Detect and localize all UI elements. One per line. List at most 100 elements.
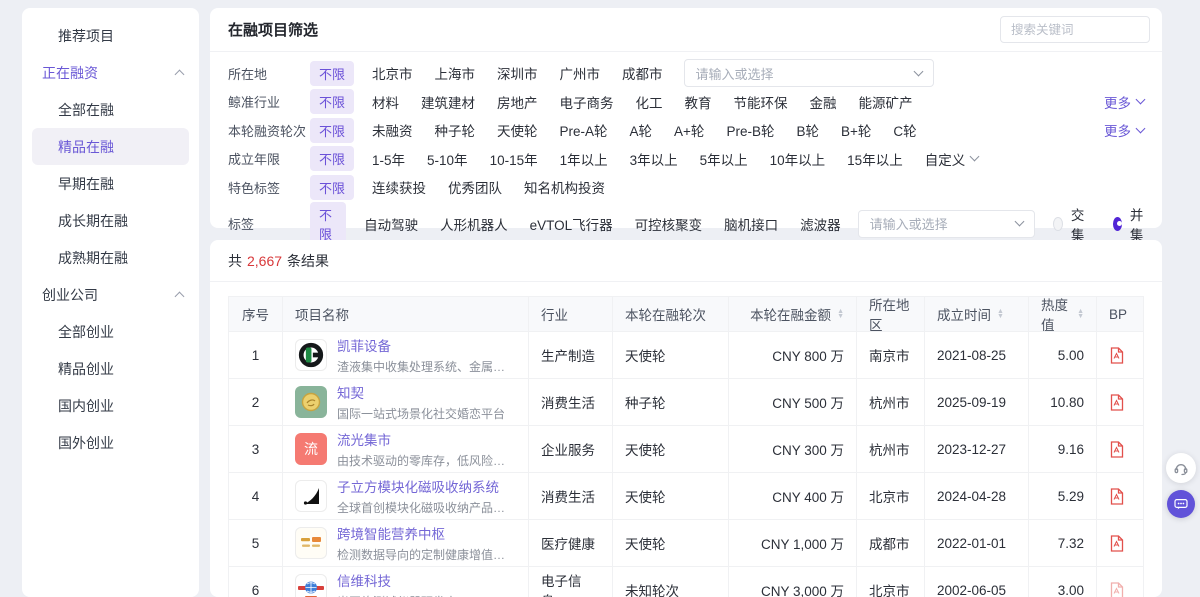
cell-project: 信维科技 光网络测试仪器研发商: [283, 567, 529, 597]
cell-index: 2: [229, 379, 283, 425]
project-logo[interactable]: [295, 574, 327, 597]
filter-option[interactable]: eVTOL飞行器: [519, 211, 624, 237]
filter-option[interactable]: 天使轮: [486, 117, 549, 143]
project-logo[interactable]: 流: [295, 433, 327, 465]
sidebar-item-all-startups[interactable]: 全部创业: [22, 313, 199, 350]
cell-round: 未知轮次: [613, 567, 729, 597]
filter-chip-unlimited[interactable]: 不限: [310, 61, 354, 86]
cell-region: 杭州市: [857, 379, 925, 425]
select-placeholder: 请输入或选择: [870, 214, 948, 233]
filter-chip-unlimited[interactable]: 不限: [310, 89, 354, 114]
filter-option[interactable]: 连续获投: [361, 174, 437, 200]
filter-option[interactable]: 化工: [625, 89, 674, 115]
filter-option[interactable]: 人形机器人: [429, 211, 519, 237]
tag-select[interactable]: 请输入或选择: [858, 210, 1035, 238]
filter-option[interactable]: 知名机构投资: [513, 174, 616, 200]
custom-range-button[interactable]: 自定义: [914, 146, 990, 172]
sidebar-item-overseas-startups[interactable]: 国外创业: [22, 424, 199, 461]
filter-option[interactable]: 脑机接口: [713, 211, 789, 237]
project-logo[interactable]: [295, 339, 327, 371]
project-name-link[interactable]: 跨境智能营养中枢: [337, 523, 516, 543]
chat-button[interactable]: [1167, 490, 1195, 518]
pdf-file-icon[interactable]: [1109, 347, 1124, 364]
sidebar-item-domestic-startups[interactable]: 国内创业: [22, 387, 199, 424]
filter-option[interactable]: 3年以上: [619, 146, 689, 172]
filter-option[interactable]: 自动驾驶: [353, 211, 429, 237]
filter-option[interactable]: 广州市: [549, 60, 612, 86]
radio-intersection[interactable]: 交集: [1053, 204, 1089, 244]
sort-arrows-icon[interactable]: ▲▼: [837, 309, 844, 320]
location-select[interactable]: 请输入或选择: [684, 59, 934, 87]
project-name-link[interactable]: 知契: [337, 382, 516, 402]
filter-option[interactable]: 滤波器: [789, 211, 852, 237]
filter-option[interactable]: 5-10年: [416, 146, 479, 172]
filter-option[interactable]: 可控核聚变: [624, 211, 714, 237]
filter-option[interactable]: 金融: [799, 89, 848, 115]
more-button[interactable]: 更多: [1104, 120, 1144, 140]
col-label: 热度值: [1041, 297, 1071, 331]
filter-option[interactable]: 1年以上: [549, 146, 619, 172]
pdf-file-icon[interactable]: [1109, 394, 1124, 411]
project-name-link[interactable]: 子立方模块化磁吸收纳系统: [337, 476, 516, 496]
filter-option[interactable]: 15年以上: [836, 146, 914, 172]
filter-option[interactable]: B轮: [785, 117, 830, 143]
sidebar-item-all-fundraising[interactable]: 全部在融: [22, 91, 199, 128]
sidebar-item-premium-fundraising[interactable]: 精品在融: [32, 128, 189, 165]
filter-option[interactable]: 教育: [674, 89, 723, 115]
filter-option[interactable]: A轮: [619, 117, 664, 143]
filter-option[interactable]: 节能环保: [723, 89, 799, 115]
filter-option[interactable]: 10年以上: [759, 146, 837, 172]
filter-option[interactable]: 能源矿产: [848, 89, 924, 115]
filter-option[interactable]: Pre-B轮: [715, 117, 785, 143]
filter-option[interactable]: 5年以上: [689, 146, 759, 172]
project-name-link[interactable]: 凯菲设备: [337, 335, 516, 355]
filter-option[interactable]: 房地产: [486, 89, 549, 115]
pdf-file-icon[interactable]: [1109, 441, 1124, 458]
filter-option[interactable]: 材料: [361, 89, 410, 115]
filter-option[interactable]: 深圳市: [486, 60, 549, 86]
filter-option[interactable]: 建筑建材: [410, 89, 486, 115]
sidebar-item-mature-fundraising[interactable]: 成熟期在融: [22, 239, 199, 276]
sort-arrows-icon[interactable]: ▲▼: [1077, 309, 1084, 320]
cell-project: 知契 国际一站式场景化社交婚恋平台: [283, 379, 529, 425]
sidebar-section-fundraising[interactable]: 正在融资: [22, 54, 199, 91]
filter-option[interactable]: Pre-A轮: [549, 117, 619, 143]
pdf-file-icon[interactable]: [1109, 488, 1124, 505]
sidebar-item-premium-startups[interactable]: 精品创业: [22, 350, 199, 387]
sidebar-item-early-fundraising[interactable]: 早期在融: [22, 165, 199, 202]
project-name-link[interactable]: 流光集市: [337, 429, 516, 449]
sidebar-section-startups[interactable]: 创业公司: [22, 276, 199, 313]
filter-option[interactable]: B+轮: [830, 117, 882, 143]
search-input[interactable]: [1000, 16, 1150, 43]
support-button[interactable]: [1166, 453, 1196, 483]
filter-chip-unlimited[interactable]: 不限: [310, 146, 354, 171]
radio-union[interactable]: 并集: [1113, 204, 1149, 244]
filter-chip-unlimited[interactable]: 不限: [310, 118, 354, 143]
filter-row-feature: 特色标签 不限 连续获投 优秀团队 知名机构投资: [228, 173, 1148, 202]
filter-chip-unlimited[interactable]: 不限: [310, 202, 346, 246]
filter-option[interactable]: A+轮: [663, 117, 715, 143]
sidebar-item-growth-fundraising[interactable]: 成长期在融: [22, 202, 199, 239]
project-logo[interactable]: [295, 527, 327, 559]
pdf-file-icon[interactable]: [1109, 582, 1124, 597]
table-row: 1 凯菲设备 渣液集中收集处理系统、金属压块系统设... 生产制造 天使轮 CN…: [229, 331, 1143, 378]
more-button[interactable]: 更多: [1104, 92, 1144, 112]
project-name-link[interactable]: 信维科技: [337, 570, 516, 590]
filter-option[interactable]: 北京市: [361, 60, 424, 86]
filter-option[interactable]: 优秀团队: [437, 174, 513, 200]
filter-option[interactable]: 电子商务: [549, 89, 625, 115]
filter-chip-unlimited[interactable]: 不限: [310, 175, 354, 200]
filter-option[interactable]: 1-5年: [361, 146, 416, 172]
project-logo[interactable]: [295, 480, 327, 512]
filter-option[interactable]: 成都市: [611, 60, 674, 86]
cell-project: 子立方模块化磁吸收纳系统 全球首创模块化磁吸收纳产品，致力于重...: [283, 473, 529, 519]
project-logo[interactable]: [295, 386, 327, 418]
pdf-file-icon[interactable]: [1109, 535, 1124, 552]
sidebar-item-recommended[interactable]: 推荐项目: [22, 17, 199, 54]
sort-arrows-icon[interactable]: ▲▼: [997, 309, 1004, 320]
filter-option[interactable]: 种子轮: [424, 117, 487, 143]
filter-option[interactable]: C轮: [882, 117, 927, 143]
filter-option[interactable]: 上海市: [424, 60, 487, 86]
filter-option[interactable]: 10-15年: [479, 146, 549, 172]
filter-option[interactable]: 未融资: [361, 117, 424, 143]
